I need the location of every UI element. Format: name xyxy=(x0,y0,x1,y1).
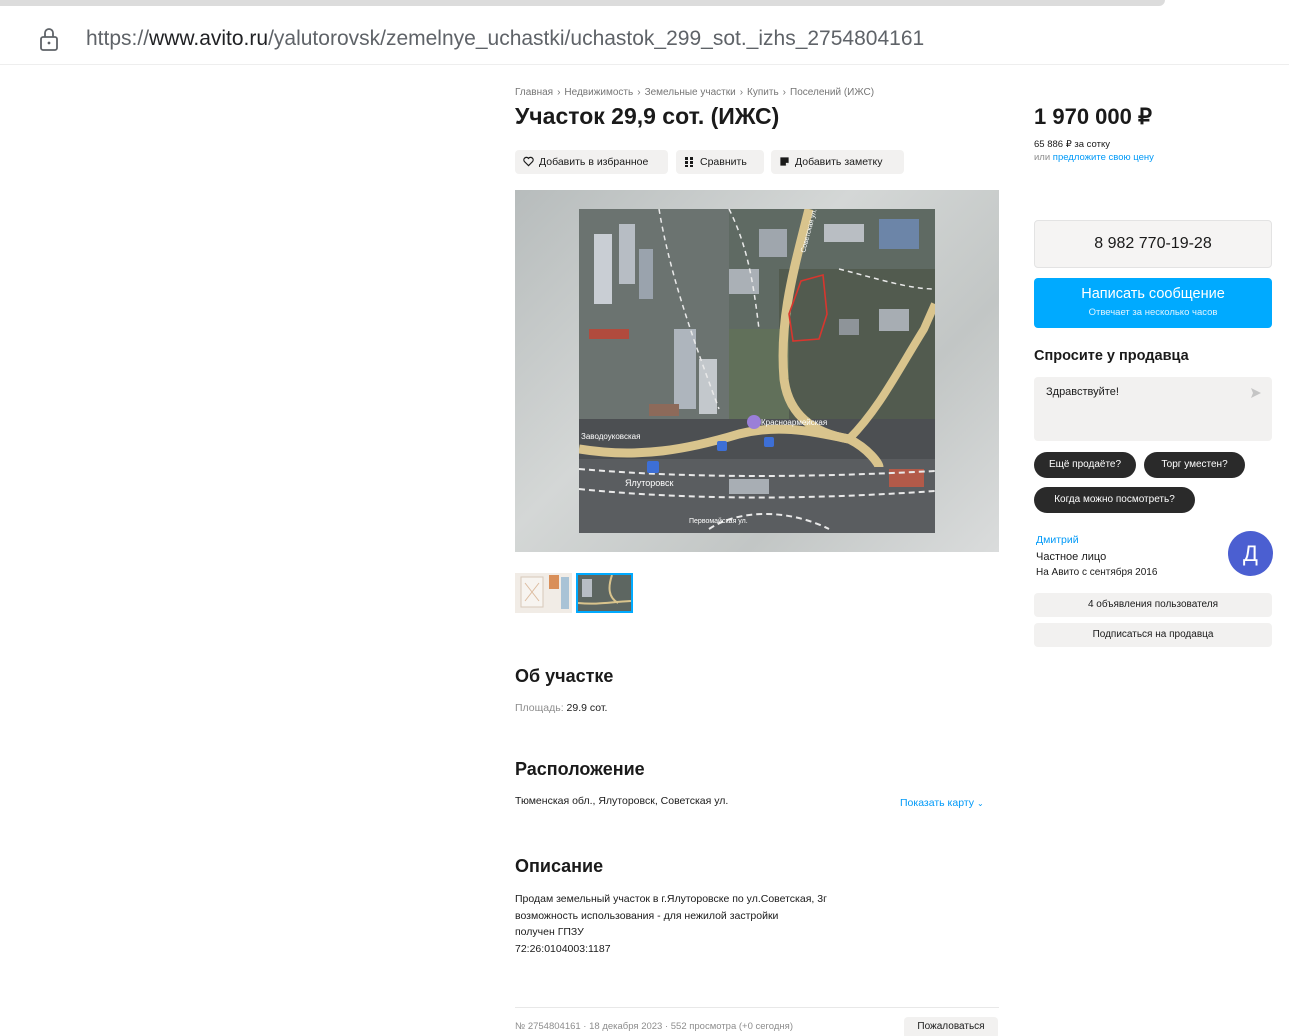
lock-icon[interactable] xyxy=(38,26,60,52)
map-label-street-bottom: Первомайская ул. xyxy=(689,517,748,525)
breadcrumb-item-buy[interactable]: Купить xyxy=(747,87,779,98)
add-note-button[interactable]: Добавить заметку xyxy=(771,150,904,174)
breadcrumb-separator: › xyxy=(557,87,561,98)
browser-address-bar: https://www.avito.ru/yalutorovsk/zemelny… xyxy=(0,0,1289,70)
breadcrumb: Главная › Недвижимость › Земельные участки › К… xyxy=(515,87,874,98)
breadcrumb-separator: › xyxy=(637,87,641,98)
satellite-map-image: Ялуторовск Заводоуковская Красноармейска… xyxy=(579,209,935,533)
seller-type: Частное лицо xyxy=(1036,551,1107,563)
url-text[interactable]: https://www.avito.ru/yalutorovsk/zemelny… xyxy=(86,27,924,51)
url-prefix: https:// xyxy=(86,27,150,50)
description-text: Продам земельный участок в г.Ялуторовске… xyxy=(515,891,827,957)
chip-bargain[interactable]: Торг уместен? xyxy=(1144,452,1245,478)
area-value: 29.9 сот. xyxy=(563,702,608,714)
offer-prefix: или xyxy=(1034,152,1053,163)
show-map-link[interactable]: Показать карту ⌄ xyxy=(900,797,984,809)
map-label-street-west: Заводоуковская xyxy=(581,432,640,441)
map-label-street-east: Красноармейская xyxy=(761,418,827,427)
address-text: Тюменская обл., Ялуторовск, Советская ул… xyxy=(515,795,729,807)
response-time: Отвечает за несколько часов xyxy=(1088,307,1218,318)
listing-meta: № 2754804161 · 18 декабря 2023 · 552 про… xyxy=(515,1021,793,1032)
complain-button[interactable]: Пожаловаться xyxy=(904,1017,998,1036)
chevron-down-icon: ⌄ xyxy=(976,799,984,808)
chip-still-selling[interactable]: Ещё продаёте? xyxy=(1034,452,1136,478)
location-heading: Расположение xyxy=(515,759,645,779)
url-path: /yalutorovsk/zemelnye_uchastki/uchastok_… xyxy=(268,27,925,50)
note-icon xyxy=(780,157,789,166)
page: https://www.avito.ru/yalutorovsk/zemelny… xyxy=(0,0,1289,1036)
breadcrumb-separator: › xyxy=(782,87,786,98)
main-photo[interactable]: Ялуторовск Заводоуковская Красноармейска… xyxy=(515,190,999,552)
send-icon[interactable] xyxy=(1250,386,1262,404)
breadcrumb-item-land[interactable]: Земельные участки xyxy=(645,87,736,98)
seller-since: На Авито с сентября 2016 xyxy=(1036,567,1158,578)
description-line: возможность использования - для нежилой … xyxy=(515,909,779,922)
ask-seller-text: Здравствуйте! xyxy=(1046,386,1119,398)
phone-button[interactable]: 8 982 770-19-28 xyxy=(1034,220,1272,268)
description-line: 72:26:0104003:1187 xyxy=(515,942,611,955)
compare-label: Сравнить xyxy=(700,156,747,168)
offer-price-link[interactable]: предложите свою цену xyxy=(1053,152,1154,163)
add-note-label: Добавить заметку xyxy=(795,156,883,168)
area-label: Площадь: xyxy=(515,702,564,714)
avatar[interactable]: Д xyxy=(1228,531,1273,576)
plan-thumbnail-image xyxy=(515,573,572,613)
user-listings-button[interactable]: 4 объявления пользователя xyxy=(1034,593,1272,617)
footer-divider xyxy=(515,1007,999,1008)
add-favorite-button[interactable]: Добавить в избранное xyxy=(515,150,668,174)
price: 1 970 000 ₽ xyxy=(1034,104,1152,129)
about-heading: Об участке xyxy=(515,666,614,686)
write-message-label: Написать сообщение xyxy=(1081,286,1225,302)
write-message-button[interactable]: Написать сообщение Отвечает за несколько… xyxy=(1034,278,1272,328)
url-domain: www.avito.ru xyxy=(149,27,269,50)
breadcrumb-item-izhs[interactable]: Поселений (ИЖС) xyxy=(790,87,874,98)
breadcrumb-item-home[interactable]: Главная xyxy=(515,87,553,98)
url-box[interactable]: https://www.avito.ru/yalutorovsk/zemelny… xyxy=(0,14,1289,65)
thumbnail-satellite-selected[interactable] xyxy=(576,573,633,613)
offer-price-row: или предложите свою цену xyxy=(1034,152,1154,163)
description-heading: Описание xyxy=(515,856,604,876)
show-map-label: Показать карту xyxy=(900,797,975,809)
chip-when-to-view[interactable]: Когда можно посмотреть? xyxy=(1034,487,1195,513)
satellite-thumbnail-image xyxy=(578,575,631,611)
page-title: Участок 29,9 сот. (ИЖС) xyxy=(515,103,780,129)
description-line: Продам земельный участок в г.Ялуторовске… xyxy=(515,893,827,905)
ask-seller-input[interactable]: Здравствуйте! xyxy=(1034,377,1272,441)
area-row: Площадь: 29.9 сот. xyxy=(515,702,607,714)
thumbnail-plan[interactable] xyxy=(515,573,572,613)
breadcrumb-separator: › xyxy=(739,87,744,98)
price-per-sotka: 65 886 ₽ за сотку xyxy=(1034,139,1110,150)
heart-icon xyxy=(523,156,534,167)
compare-icon xyxy=(685,157,693,167)
tab-strip-edge xyxy=(0,0,1165,6)
description-line: получен ГПЗУ xyxy=(515,926,584,938)
add-favorite-label: Добавить в избранное xyxy=(539,156,649,168)
breadcrumb-item-realty[interactable]: Недвижимость xyxy=(564,87,633,98)
subscribe-seller-button[interactable]: Подписаться на продавца xyxy=(1034,623,1272,647)
map-label-station: Ялуторовск xyxy=(625,478,673,488)
compare-button[interactable]: Сравнить xyxy=(676,150,764,174)
seller-name-link[interactable]: Дмитрий xyxy=(1036,534,1079,546)
ask-seller-heading: Спросите у продавца xyxy=(1034,348,1189,364)
